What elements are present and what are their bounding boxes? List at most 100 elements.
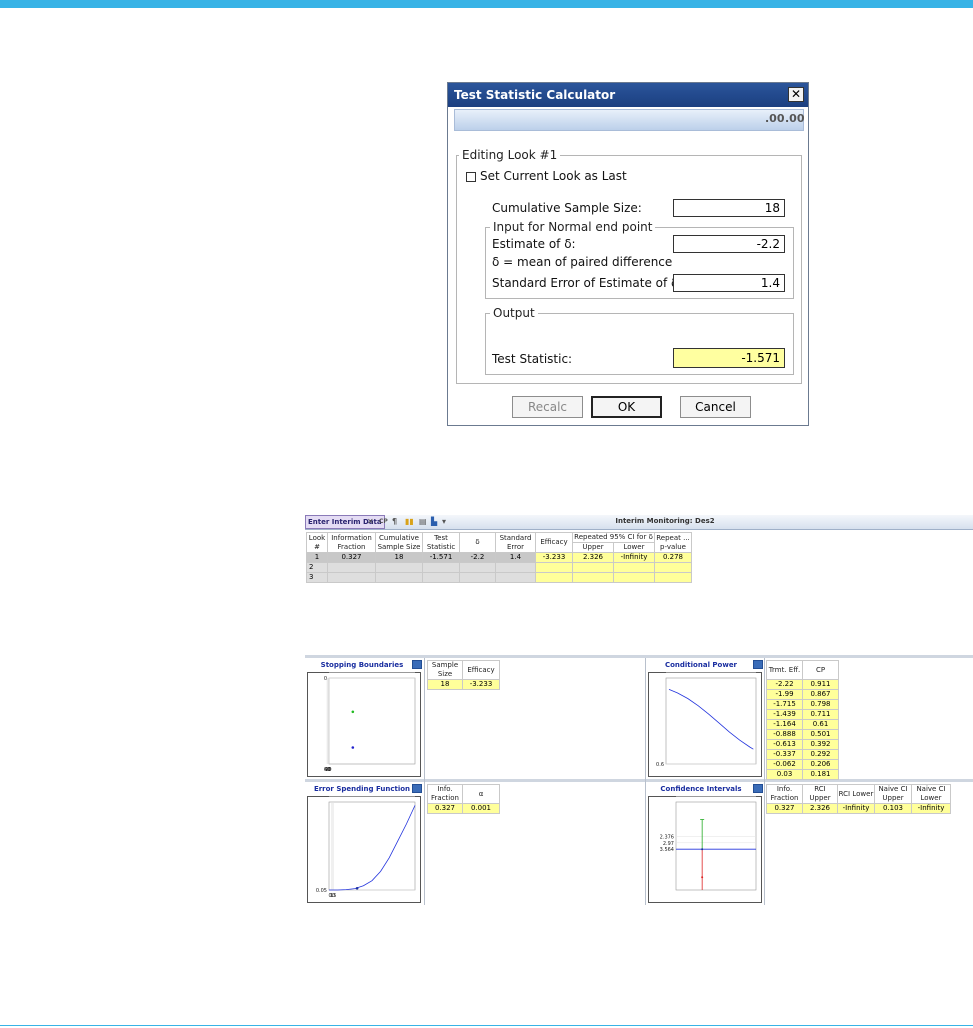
close-icon[interactable]: ✕ bbox=[788, 87, 804, 102]
cell bbox=[535, 562, 573, 573]
cell[interactable] bbox=[495, 572, 536, 583]
cell: 0.392 bbox=[802, 739, 839, 750]
cell: -3.233 bbox=[462, 679, 500, 690]
cell: -0.062 bbox=[766, 759, 803, 770]
th-repeated-ci: Repeated 95% CI for δ bbox=[572, 532, 655, 543]
cell: 0.867 bbox=[802, 689, 839, 700]
dialog-toolbar: .00 .00 bbox=[454, 109, 805, 131]
monitor-title: Interim Monitoring: Des2 bbox=[615, 517, 715, 525]
cell: 0.278 bbox=[654, 552, 692, 563]
ok-button[interactable]: OK bbox=[591, 396, 662, 418]
cell[interactable] bbox=[375, 572, 423, 583]
table-row: -0.337 0.292 bbox=[766, 749, 839, 760]
cell: 2.326 bbox=[802, 803, 838, 814]
editing-look-label: Editing Look #1 bbox=[459, 148, 561, 162]
cell[interactable]: 18 bbox=[375, 552, 423, 563]
cell bbox=[535, 572, 573, 583]
cell[interactable]: 2 bbox=[306, 562, 328, 573]
cell: 0.61 bbox=[802, 719, 839, 730]
cell: -Infinity bbox=[837, 803, 875, 814]
cell: -0.613 bbox=[766, 739, 803, 750]
cell[interactable] bbox=[422, 562, 460, 573]
boundary-point bbox=[351, 710, 355, 714]
th-efficacy: Efficacy bbox=[535, 532, 573, 553]
zoom-icon[interactable] bbox=[753, 660, 763, 669]
th-info-fraction: Info. Fraction bbox=[427, 784, 463, 804]
plot-area bbox=[675, 801, 757, 891]
cell[interactable] bbox=[375, 562, 423, 573]
table-row: 2 bbox=[306, 562, 692, 573]
cell[interactable] bbox=[459, 562, 496, 573]
th-efficacy: Efficacy bbox=[462, 660, 500, 680]
cell: -Infinity bbox=[911, 803, 951, 814]
cell: -1.164 bbox=[766, 719, 803, 730]
se-field[interactable]: 1.4 bbox=[673, 274, 785, 292]
set-last-checkbox[interactable] bbox=[466, 172, 476, 182]
monitor-toolbar: Enter Interim Data ✕ CP ¶ ▮▮ ▤ ▙ ▾ Inter… bbox=[305, 515, 973, 530]
cell bbox=[654, 562, 692, 573]
table-row: -2.22 0.911 bbox=[766, 679, 839, 690]
cell[interactable]: 0.327 bbox=[327, 552, 376, 563]
plot-area bbox=[328, 801, 416, 891]
cell: -0.888 bbox=[766, 729, 803, 740]
estimate-point bbox=[701, 876, 704, 879]
th-repeat-pvalue: Repeat ... p-value bbox=[654, 532, 692, 553]
zoom-icon[interactable] bbox=[753, 784, 763, 793]
y-tick-label: 0.6 bbox=[656, 762, 664, 768]
cell[interactable]: 1 bbox=[306, 552, 328, 563]
table-row: 18 -3.233 bbox=[427, 679, 500, 690]
th-std-error: Standard Error bbox=[495, 532, 536, 553]
cell[interactable]: -1.571 bbox=[422, 552, 460, 563]
cell[interactable] bbox=[459, 572, 496, 583]
decimal-decrease-icon[interactable]: .00 bbox=[785, 112, 805, 125]
zoom-icon[interactable] bbox=[412, 784, 422, 793]
table-row: 0.327 0.001 bbox=[427, 803, 500, 814]
cell: 0.181 bbox=[802, 769, 839, 780]
cell[interactable]: -2.2 bbox=[459, 552, 496, 563]
cell: -3.233 bbox=[535, 552, 573, 563]
esf-point bbox=[355, 887, 359, 890]
cancel-button[interactable]: Cancel bbox=[680, 396, 751, 418]
x-tick-label: 1 bbox=[330, 893, 333, 899]
esf-table: Info. Fraction α 0.327 0.001 bbox=[427, 784, 500, 814]
cell[interactable]: 1.4 bbox=[495, 552, 536, 563]
cell[interactable] bbox=[327, 562, 376, 573]
th-cp: CP bbox=[802, 660, 839, 680]
cum-sample-field[interactable]: 18 bbox=[673, 199, 785, 217]
cell[interactable] bbox=[495, 562, 536, 573]
th-info-fraction: Information Fraction bbox=[327, 532, 376, 553]
test-stat-field: -1.571 bbox=[673, 348, 785, 368]
th-info-fraction: Info. Fraction bbox=[766, 784, 803, 804]
set-last-label: Set Current Look as Last bbox=[480, 169, 627, 183]
decimal-increase-icon[interactable]: .00 bbox=[765, 112, 785, 125]
ci-chart: 3.5642.972.3761.7821.1880.5940-0.594-1.1… bbox=[648, 796, 762, 903]
table-row: -1.164 0.61 bbox=[766, 719, 839, 730]
cell: -1.99 bbox=[766, 689, 803, 700]
test-stat-label: Test Statistic: bbox=[492, 352, 573, 366]
th-rci-lower: RCI Lower bbox=[837, 784, 875, 804]
table-row: -1.439 0.711 bbox=[766, 709, 839, 720]
table-row: -1.99 0.867 bbox=[766, 689, 839, 700]
delta-note: δ = mean of paired difference bbox=[492, 255, 673, 269]
th-look: Look # bbox=[306, 532, 328, 553]
th-delta: δ bbox=[459, 532, 496, 553]
table-row: 0.327 2.326 -Infinity 0.103 -Infinity bbox=[766, 803, 951, 814]
table-row: 0.03 0.181 bbox=[766, 769, 839, 780]
output-label: Output bbox=[490, 306, 538, 320]
cell: -0.337 bbox=[766, 749, 803, 760]
dialog-title: Test Statistic Calculator bbox=[448, 83, 808, 107]
estimate-field[interactable]: -2.2 bbox=[673, 235, 785, 253]
normal-endpoint-label: Input for Normal end point bbox=[490, 220, 656, 234]
cell[interactable] bbox=[422, 572, 460, 583]
cell: 2.326 bbox=[572, 552, 614, 563]
y-tick-label: -2.97 bbox=[661, 796, 674, 798]
recalc-button[interactable]: Recalc bbox=[512, 396, 583, 418]
esf-title: Error Spending Function bbox=[313, 785, 411, 793]
th-test-stat: Test Statistic bbox=[422, 532, 460, 553]
y-tick-label: 2.97 bbox=[663, 841, 674, 847]
pane-divider bbox=[645, 658, 646, 905]
cell[interactable]: 3 bbox=[306, 572, 328, 583]
th-lower: Lower bbox=[613, 542, 655, 553]
cell[interactable] bbox=[327, 572, 376, 583]
zoom-icon[interactable] bbox=[412, 660, 422, 669]
